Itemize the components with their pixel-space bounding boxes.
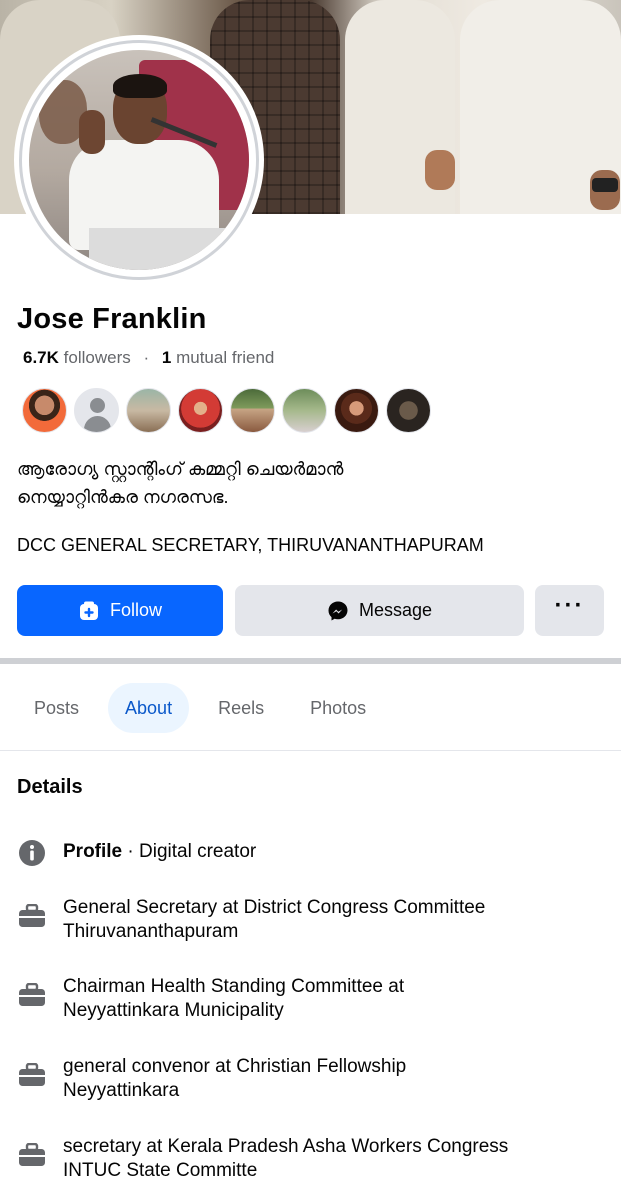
- profile-name: Jose Franklin: [17, 303, 207, 335]
- avatar-photo: [29, 50, 249, 270]
- detail-row-work[interactable]: Chairman Health Standing Committee at Ne…: [17, 975, 607, 1023]
- detail-row-work[interactable]: General Secretary at District Congress C…: [17, 896, 607, 944]
- more-dots-icon: ···: [554, 591, 585, 619]
- briefcase-icon: [17, 1140, 47, 1170]
- work-line: INTUC State Committe: [63, 1160, 258, 1181]
- friend-avatar[interactable]: [386, 388, 431, 433]
- work-line: secretary at Kerala Pradesh Asha Workers…: [63, 1136, 509, 1157]
- tab-about[interactable]: About: [108, 683, 190, 733]
- briefcase-icon: [17, 1060, 47, 1090]
- profile-type-sep: ·: [122, 841, 140, 862]
- work-line: Thiruvananthapuram: [63, 921, 239, 942]
- work-line: Neyyattinkara: [63, 1080, 180, 1101]
- tabs-divider: [0, 750, 621, 751]
- avatar-hair: [113, 74, 167, 98]
- avatar-ring: [19, 40, 259, 280]
- work-line: Neyyattinkara Municipality: [63, 1000, 284, 1021]
- detail-text: Chairman Health Standing Committee at Ne…: [63, 975, 404, 1023]
- info-icon: [17, 838, 47, 868]
- profile-avatar[interactable]: [14, 35, 264, 285]
- person-placeholder-icon: [90, 398, 105, 413]
- person-placeholder-icon: [84, 416, 111, 432]
- detail-text: secretary at Kerala Pradesh Asha Workers…: [63, 1135, 508, 1183]
- stats-separator: ·: [143, 348, 150, 367]
- details-heading: Details: [17, 776, 83, 798]
- add-friend-icon: [78, 600, 100, 622]
- work-line: General Secretary at District Congress C…: [63, 897, 486, 918]
- follow-label: Follow: [109, 600, 162, 620]
- cover-detail: [592, 178, 618, 192]
- work-line: general convenor at Christian Fellowship: [63, 1056, 407, 1077]
- profile-bio: ആരോഗ്യ സ്റ്റാന്റിംഗ് കമ്മറ്റി ചെയർമാൻ നെ…: [17, 455, 607, 511]
- profile-type-value: Digital creator: [139, 841, 257, 862]
- bio-line: ആരോഗ്യ സ്റ്റാന്റിംഗ് കമ്മറ്റി ചെയർമാൻ: [17, 459, 344, 479]
- tab-reels[interactable]: Reels: [201, 683, 281, 733]
- section-divider: [0, 658, 621, 664]
- friend-avatar[interactable]: [22, 388, 67, 433]
- more-options-button[interactable]: ···: [535, 585, 604, 636]
- mutual-count[interactable]: 1: [162, 348, 171, 367]
- messenger-icon: [327, 600, 349, 622]
- avatar-hand: [79, 110, 105, 154]
- avatar-podium: [89, 228, 239, 270]
- detail-text: Profile · Digital creator: [63, 838, 256, 864]
- message-label: Message: [358, 600, 433, 620]
- message-button[interactable]: Message: [235, 585, 524, 636]
- work-line: Chairman Health Standing Committee at: [63, 976, 405, 997]
- friend-avatar[interactable]: [230, 388, 275, 433]
- detail-row-profile: Profile · Digital creator: [17, 838, 607, 868]
- profile-type-label: Profile: [63, 841, 123, 862]
- bio-line: DCC GENERAL SECRETARY, THIRUVANANTHAPURA…: [17, 535, 484, 555]
- profile-stats: 6.7K followers · 1 mutual friend: [23, 348, 274, 368]
- detail-row-work[interactable]: secretary at Kerala Pradesh Asha Workers…: [17, 1135, 607, 1183]
- cover-detail: [425, 150, 455, 190]
- friend-avatar[interactable]: [178, 388, 223, 433]
- detail-text: General Secretary at District Congress C…: [63, 896, 485, 944]
- profile-tabs: Posts About Reels Photos: [17, 683, 383, 733]
- bio-line: നെയ്യാറ്റിൻകര നഗരസഭ.: [17, 487, 229, 507]
- tab-posts[interactable]: Posts: [17, 683, 96, 733]
- friend-avatar[interactable]: [282, 388, 327, 433]
- followers-count[interactable]: 6.7K: [23, 348, 59, 367]
- briefcase-icon: [17, 980, 47, 1010]
- friend-avatar[interactable]: [334, 388, 379, 433]
- friend-avatar[interactable]: [126, 388, 171, 433]
- follow-button[interactable]: Follow: [17, 585, 223, 636]
- mutual-friends-avatars[interactable]: [22, 388, 431, 433]
- mutual-label[interactable]: mutual friend: [176, 348, 274, 367]
- followers-label[interactable]: followers: [64, 348, 131, 367]
- briefcase-icon: [17, 901, 47, 931]
- friend-avatar-default[interactable]: [74, 388, 119, 433]
- detail-row-work[interactable]: general convenor at Christian Fellowship…: [17, 1055, 607, 1103]
- tab-photos[interactable]: Photos: [293, 683, 383, 733]
- detail-text: general convenor at Christian Fellowship…: [63, 1055, 406, 1103]
